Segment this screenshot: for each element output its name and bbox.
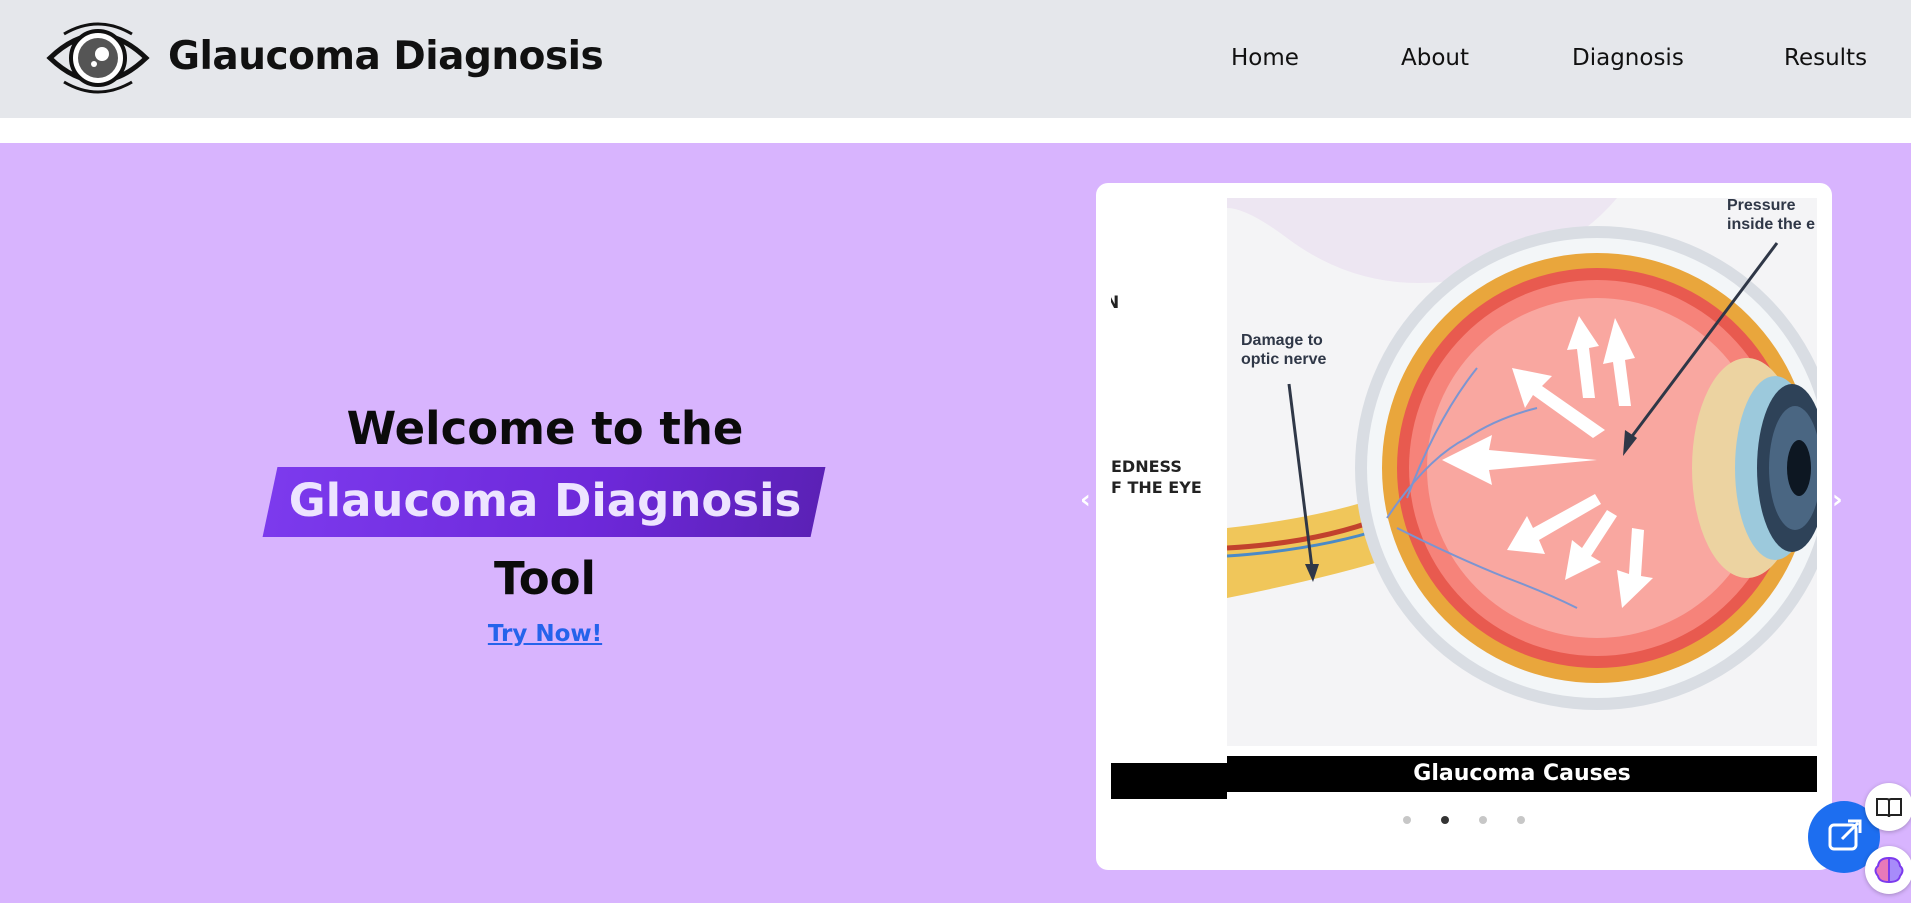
nav-home[interactable]: Home [1231, 45, 1299, 71]
hero-heading-highlight: Glaucoma Diagnosis [288, 474, 802, 527]
prev-slide-text: N [1111, 293, 1120, 313]
carousel-dot-1[interactable] [1403, 816, 1411, 824]
reader-button[interactable] [1865, 783, 1911, 831]
nav-about[interactable]: About [1401, 45, 1469, 71]
try-now-link[interactable]: Try Now! [0, 621, 1090, 647]
brand-title[interactable]: Glaucoma Diagnosis [168, 34, 604, 79]
carousel-slide-image: Damage to optic nerve Pressure inside th… [1227, 198, 1817, 746]
previous-slide-peek: N EDNESS F THE EYE [1111, 198, 1227, 818]
navbar: Glaucoma Diagnosis Home About Diagnosis … [0, 0, 1911, 118]
slide-caption: Glaucoma Causes [1227, 756, 1817, 792]
image-carousel[interactable]: N EDNESS F THE EYE Damage to optic nerve… [1096, 183, 1832, 870]
eye-anatomy-illustration: Damage to optic nerve Pressure inside th… [1227, 198, 1817, 746]
carousel-next-arrow[interactable]: › [1832, 485, 1843, 515]
carousel-dot-4[interactable] [1517, 816, 1525, 824]
damage-label-line2: optic nerve [1241, 351, 1326, 368]
slide-caption-text: Glaucoma Causes [1413, 761, 1631, 786]
book-icon [1876, 798, 1902, 818]
pressure-label-line1: Pressure [1727, 198, 1796, 214]
prev-slide-label: EDNESS F THE EYE [1111, 456, 1202, 498]
damage-label-line1: Damage to [1241, 332, 1323, 349]
brain-icon [1874, 856, 1904, 884]
ai-assistant-button[interactable] [1865, 846, 1911, 894]
prev-slide-label-line2: F THE EYE [1111, 478, 1202, 497]
carousel-dot-2[interactable] [1441, 816, 1449, 824]
carousel-dot-3[interactable] [1479, 816, 1487, 824]
nav-results[interactable]: Results [1784, 45, 1867, 71]
nav-diagnosis[interactable]: Diagnosis [1572, 45, 1684, 71]
hero-heading-line3: Tool [494, 552, 596, 605]
hero-heading-line1: Welcome to the [346, 402, 744, 455]
carousel-prev-arrow[interactable]: ‹ [1080, 485, 1091, 515]
pressure-label-line2: inside the e [1727, 216, 1815, 233]
prev-slide-caption-bar [1111, 763, 1227, 799]
prev-slide-label-line1: EDNESS [1111, 457, 1182, 476]
eye-logo-icon[interactable] [46, 16, 150, 100]
